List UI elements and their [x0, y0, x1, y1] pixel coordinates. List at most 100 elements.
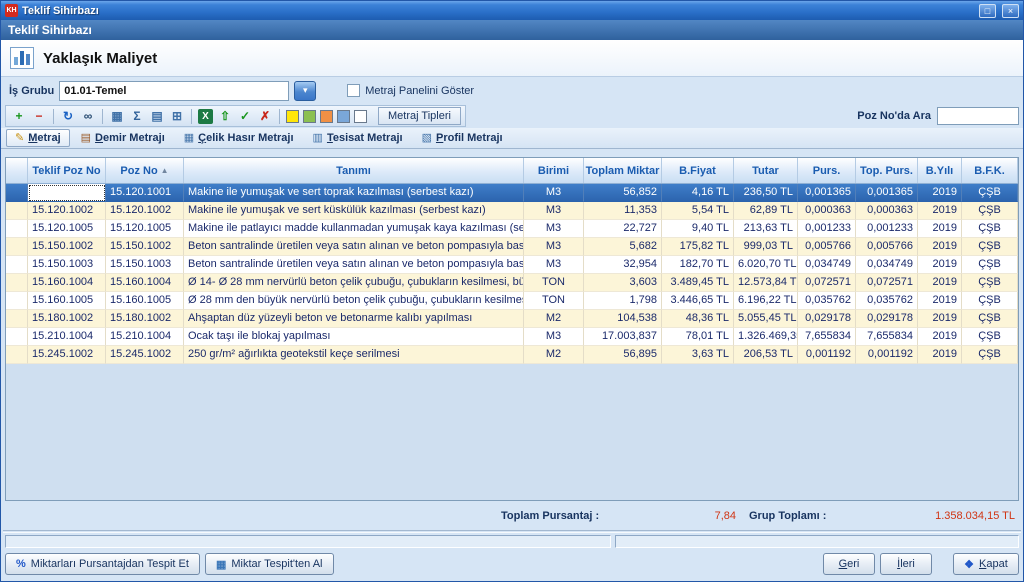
print-icon[interactable]: ⊞ [168, 107, 186, 125]
row-selector [6, 328, 28, 346]
metraj-icon: ✎ [15, 133, 24, 144]
close-icon[interactable]: × [1002, 4, 1019, 18]
blue-color-filter[interactable] [337, 110, 350, 123]
column-header-5[interactable]: B.Fiyat [662, 158, 734, 183]
find-binoculars-icon[interactable]: ∞ [79, 107, 97, 125]
tab-profil-metraji[interactable]: ▧Profil Metrajı [414, 129, 511, 147]
ileri-button[interactable]: İleri [880, 553, 932, 575]
row-selector [6, 220, 28, 238]
kapat-button[interactable]: ❖ Kapat [953, 553, 1019, 575]
button-label: Geri [839, 558, 860, 570]
data-grid: Teklif Poz NoPoz No▲TanımıBirimiToplam M… [5, 157, 1019, 501]
grid-view-icon[interactable]: ▤ [148, 107, 166, 125]
cell: 15.245.1002 [106, 346, 184, 364]
column-header-9[interactable]: B.Yılı [918, 158, 962, 183]
table-row[interactable]: 15.150.100315.150.1003Beton santralinde … [6, 256, 1018, 274]
green-color-filter[interactable] [303, 110, 316, 123]
cell: 12.573,84 TL [734, 274, 798, 292]
cell: 3,63 TL [662, 346, 734, 364]
toolbar-row: +−↻∞▦Σ▤⊞X⇧✓✗Metraj Tipleri Poz No'da Ara [1, 104, 1023, 128]
column-header-10[interactable]: B.F.K. [962, 158, 1018, 183]
column-header-6[interactable]: Tutar [734, 158, 798, 183]
cell: 48,36 TL [662, 310, 734, 328]
column-header-0[interactable]: Teklif Poz No [28, 158, 106, 183]
toplam-pursantaj-value: 7,84 [656, 510, 736, 522]
sort-asc-icon: ▲ [161, 166, 169, 175]
orange-color-filter[interactable] [320, 110, 333, 123]
cell: 0,029178 [798, 310, 856, 328]
cell: ÇŞB [962, 238, 1018, 256]
add-icon[interactable]: + [10, 107, 28, 125]
sum-icon[interactable]: Σ [128, 107, 146, 125]
import-icon[interactable]: ⇧ [216, 107, 234, 125]
miktar-tespitten-al-button[interactable]: ▦ Miktar Tespit'ten Al [205, 553, 334, 575]
column-header-7[interactable]: Purs. [798, 158, 856, 183]
column-chooser-icon[interactable]: ▦ [108, 107, 126, 125]
cell: 3.489,45 TL [662, 274, 734, 292]
refresh-icon[interactable]: ↻ [59, 107, 77, 125]
cancel-icon[interactable]: ✗ [256, 107, 274, 125]
tab-bar: ✎Metraj▤Demir Metrajı▦Çelik Hasır Metraj… [1, 128, 1023, 149]
white-color-filter[interactable] [354, 110, 367, 123]
calculator-icon: ▦ [216, 558, 226, 571]
toolbar-separator [191, 109, 192, 124]
metraj-tipleri-button[interactable]: Metraj Tipleri [378, 107, 461, 125]
cell: Ø 14- Ø 28 mm nervürlü beton çelik çubuğ… [184, 274, 524, 292]
cell: 7,655834 [856, 328, 918, 346]
cell: 2019 [918, 220, 962, 238]
table-row[interactable]: 15.150.100215.150.1002Beton santralinde … [6, 238, 1018, 256]
table-row[interactable]: 15.210.100415.210.1004Ocak taşı ile blok… [6, 328, 1018, 346]
tab-demir-metraji[interactable]: ▤Demir Metrajı [73, 129, 173, 147]
tab-metraj[interactable]: ✎Metraj [6, 129, 70, 147]
table-row[interactable]: 15.160.100515.160.1005Ø 28 mm den büyük … [6, 292, 1018, 310]
table-row[interactable]: 15.245.100215.245.1002250 gr/m² ağırlıkt… [6, 346, 1018, 364]
table-row[interactable]: 15.160.100415.160.1004Ø 14- Ø 28 mm nerv… [6, 274, 1018, 292]
combo-dropdown-icon[interactable]: ▾ [294, 81, 316, 101]
apply-icon[interactable]: ✓ [236, 107, 254, 125]
column-header-3[interactable]: Birimi [524, 158, 584, 183]
cell: 0,034749 [856, 256, 918, 274]
cell: 0,035762 [798, 292, 856, 310]
row-selector [6, 292, 28, 310]
row-selector [6, 256, 28, 274]
table-row[interactable]: 15.180.100215.180.1002Ahşaptan düz yüzey… [6, 310, 1018, 328]
cell: 78,01 TL [662, 328, 734, 346]
cell: 6.196,22 TL [734, 292, 798, 310]
cell: M3 [524, 184, 584, 202]
cell: 56,852 [584, 184, 662, 202]
celik-hasir-metraji-icon: ▦ [184, 133, 194, 144]
column-header-1[interactable]: Poz No▲ [106, 158, 184, 183]
cell: ÇŞB [962, 292, 1018, 310]
status-bar [1, 533, 1023, 550]
grup-toplami-label: Grup Toplamı : [749, 510, 826, 522]
column-header-4[interactable]: Toplam Miktar [584, 158, 662, 183]
table-row[interactable]: 15.120.100115.120.1001Makine ile yumuşak… [6, 184, 1018, 202]
tab-tesisat-metraji[interactable]: ▥Tesisat Metrajı [305, 129, 411, 147]
column-header-8[interactable]: Top. Purs. [856, 158, 918, 183]
row-selector [6, 310, 28, 328]
tab-label: Tesisat Metrajı [327, 132, 403, 144]
cell: 1.326.469,35 TL [734, 328, 798, 346]
export-excel-icon[interactable]: X [198, 109, 213, 124]
button-label: Miktarları Pursantajdan Tespit Et [31, 558, 189, 570]
row-selector [6, 184, 28, 202]
table-row[interactable]: 15.120.100515.120.1005Makine ile patlayı… [6, 220, 1018, 238]
geri-button[interactable]: Geri [823, 553, 875, 575]
cell: M3 [524, 220, 584, 238]
yellow-color-filter[interactable] [286, 110, 299, 123]
tab-celik-hasir-metraji[interactable]: ▦Çelik Hasır Metrajı [176, 129, 302, 147]
profil-metraji-icon: ▧ [422, 133, 432, 144]
table-row[interactable]: 15.120.100215.120.1002Makine ile yumuşak… [6, 202, 1018, 220]
delete-icon[interactable]: − [30, 107, 48, 125]
window-title: Teklif Sihirbazı [22, 5, 973, 17]
poz-no-search-input[interactable] [937, 107, 1019, 125]
maximize-icon[interactable]: □ [979, 4, 996, 18]
metraj-panel-checkbox[interactable] [347, 84, 360, 97]
column-header-2[interactable]: Tanımı [184, 158, 524, 183]
cell: 5,682 [584, 238, 662, 256]
cell: Ocak taşı ile blokaj yapılması [184, 328, 524, 346]
miktarlari-pursantajdan-tespit-et-button[interactable]: % Miktarları Pursantajdan Tespit Et [5, 553, 200, 575]
is-grubu-combo[interactable]: 01.01-Temel [59, 81, 289, 101]
cell: 0,035762 [856, 292, 918, 310]
toplam-pursantaj-label: Toplam Pursantaj : [501, 510, 599, 522]
